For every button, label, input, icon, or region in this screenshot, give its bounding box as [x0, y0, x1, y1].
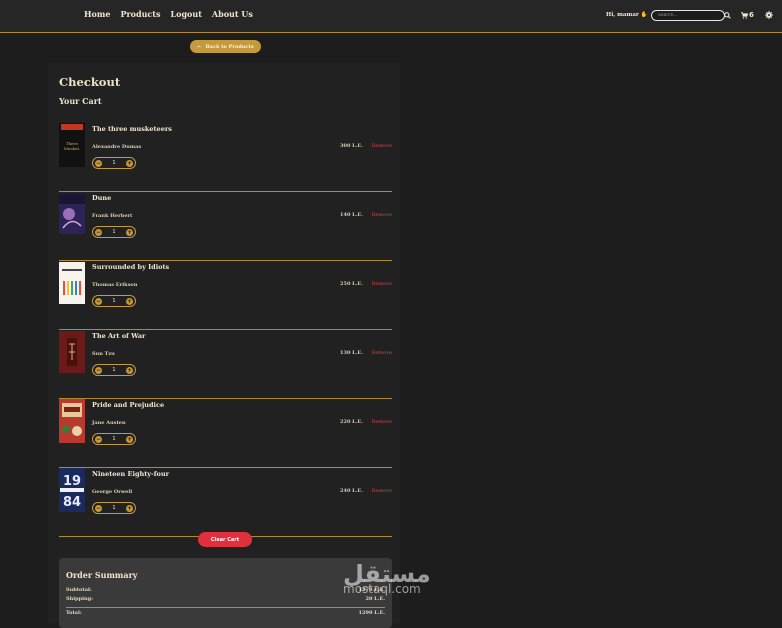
nav-home-link[interactable]: Home: [84, 9, 110, 19]
page-title: Checkout: [59, 75, 121, 89]
item-author: George Orwell: [92, 489, 133, 495]
cart-button[interactable]: 6: [741, 11, 754, 19]
increase-button[interactable]: +: [126, 159, 133, 167]
item-title: The three musketeers: [92, 125, 172, 133]
increase-button[interactable]: +: [126, 435, 133, 443]
watermark-latin: mostaql.com: [343, 582, 421, 596]
top-navbar: Home Products Logout About Us Hi, mamar …: [0, 0, 782, 33]
item-author: Thomas Erikson: [92, 282, 138, 288]
quantity-stepper: − 1 +: [92, 226, 136, 238]
cart-item: Three Musket. The three musketeers Alexa…: [59, 123, 392, 192]
svg-text:19: 19: [63, 474, 81, 489]
cart-item: The Art of War Sun Tzu 130 L.E. Remove −…: [59, 330, 392, 399]
item-author: Jane Austen: [92, 420, 126, 426]
item-author: Alexandre Dumas: [92, 144, 142, 150]
item-price: 250 L.E.: [340, 281, 363, 287]
watermark-logo: مستقل mostaql.com: [343, 562, 431, 596]
cart-item: Dune Frank Herbert 140 L.E. Remove − 1 +: [59, 192, 392, 261]
book-cover-image: [59, 262, 85, 304]
subtotal-row: Subtotal: 1270 L.E.: [66, 587, 385, 593]
remove-button[interactable]: Remove: [372, 488, 392, 494]
item-title: Surrounded by Idiots: [92, 263, 170, 271]
summary-divider: [66, 607, 385, 608]
quantity-stepper: − 1 +: [92, 364, 136, 376]
search-icon[interactable]: [724, 12, 731, 19]
svg-text:84: 84: [63, 495, 81, 510]
back-to-products-button[interactable]: ← Back to Products: [190, 40, 261, 53]
item-title: Dune: [92, 194, 112, 202]
shipping-row: Shipping: 20 L.E.: [66, 596, 385, 602]
increase-button[interactable]: +: [126, 297, 133, 305]
item-title: Nineteen Eighty-four: [92, 470, 169, 478]
item-title: Pride and Prejudice: [92, 401, 165, 409]
book-cover-image: [59, 194, 85, 234]
order-summary-title: Order Summary: [66, 570, 138, 580]
subtotal-label: Subtotal:: [66, 587, 92, 593]
remove-button[interactable]: Remove: [372, 281, 392, 287]
item-price: 140 L.E.: [340, 212, 363, 218]
increase-button[interactable]: +: [126, 504, 133, 512]
cart-subtitle: Your Cart: [59, 96, 102, 106]
total-label: Total:: [66, 610, 82, 616]
clear-cart-button[interactable]: Clear Cart: [198, 532, 252, 547]
book-cover-image: [59, 331, 85, 373]
remove-button[interactable]: Remove: [372, 143, 392, 149]
nav-about-link[interactable]: About Us: [212, 9, 253, 19]
book-cover-image: Three Musket.: [59, 123, 85, 167]
arrow-left-icon: ←: [197, 43, 202, 50]
item-author: Sun Tzu: [92, 351, 115, 357]
cart-item: 19 84 Nineteen Eighty-four George Orwell…: [59, 468, 392, 537]
shipping-label: Shipping:: [66, 596, 94, 602]
increase-button[interactable]: +: [126, 228, 133, 236]
item-price: 220 L.E.: [340, 419, 363, 425]
item-title: The Art of War: [92, 332, 146, 340]
quantity-stepper: − 1 +: [92, 502, 136, 514]
item-author: Frank Herbert: [92, 213, 133, 219]
shipping-value: 20 L.E.: [365, 596, 385, 602]
cart-item: Pride and Prejudice Jane Austen 220 L.E.…: [59, 399, 392, 468]
main-nav: Home Products Logout About Us: [84, 9, 253, 19]
greeting-text: Hi, mamar: [606, 12, 639, 18]
book-cover-image: [59, 399, 85, 443]
cart-icon: [741, 11, 748, 19]
cart-count: 6: [749, 11, 754, 19]
quantity-stepper: − 1 +: [92, 157, 136, 169]
item-price: 130 L.E.: [340, 350, 363, 356]
cart-item: Surrounded by Idiots Thomas Erikson 250 …: [59, 261, 392, 330]
remove-button[interactable]: Remove: [372, 350, 392, 356]
item-price: 240 L.E.: [340, 488, 363, 494]
quantity-stepper: − 1 +: [92, 433, 136, 445]
svg-text:Musket.: Musket.: [64, 146, 80, 151]
remove-button[interactable]: Remove: [372, 419, 392, 425]
total-value: 1290 L.E.: [358, 610, 385, 616]
back-button-label: Back to Products: [205, 43, 254, 50]
total-row: Total: 1290 L.E.: [66, 610, 385, 616]
remove-button[interactable]: Remove: [372, 212, 392, 218]
user-greeting: Hi, mamar ✋: [606, 12, 648, 18]
gear-icon[interactable]: [765, 11, 773, 19]
book-cover-image: 19 84: [59, 468, 85, 512]
nav-logout-link[interactable]: Logout: [171, 9, 202, 19]
increase-button[interactable]: +: [126, 366, 133, 374]
nav-products-link[interactable]: Products: [120, 9, 160, 19]
search-input[interactable]: [651, 10, 725, 21]
quantity-stepper: − 1 +: [92, 295, 136, 307]
item-price: 300 L.E.: [340, 143, 363, 149]
wave-hand-icon: ✋: [640, 12, 648, 18]
